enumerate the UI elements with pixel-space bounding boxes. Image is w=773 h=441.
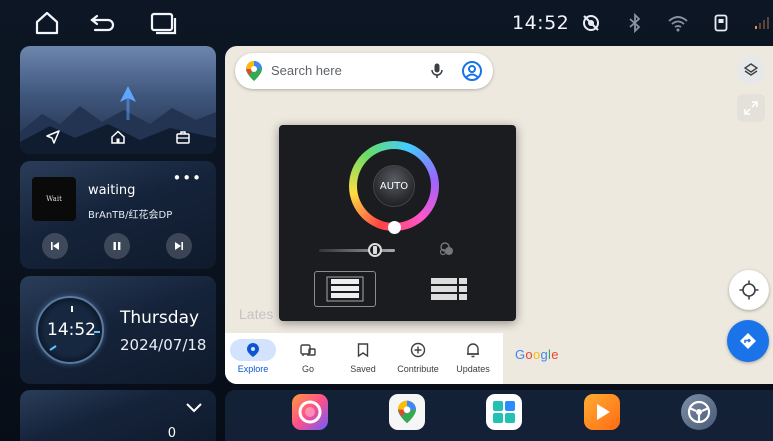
expand-icon xyxy=(744,101,758,115)
previous-icon xyxy=(51,242,59,250)
display-mode-2-button[interactable] xyxy=(418,271,480,307)
search-placeholder: Search here xyxy=(271,63,342,78)
tab-label: Explore xyxy=(237,364,269,374)
display-mode-1-icon xyxy=(326,276,364,302)
tab-explore[interactable]: Explore xyxy=(226,339,280,374)
auto-brightness-button[interactable]: AUTO xyxy=(373,165,415,207)
pause-icon xyxy=(113,242,121,250)
wifi-icon xyxy=(667,12,689,34)
previous-track-button[interactable] xyxy=(42,233,68,259)
bookmark-icon xyxy=(357,343,369,357)
apps-grid-icon[interactable] xyxy=(486,394,522,430)
status-bar: 14:52 xyxy=(0,0,773,46)
display-mode-2-icon xyxy=(431,278,467,300)
add-circle-icon xyxy=(410,342,426,358)
colors-app-icon[interactable] xyxy=(292,394,328,430)
maps-bottom-nav: Explore Go Saved Contribute Updates xyxy=(225,333,503,384)
vehicle-widget[interactable]: 0 xyxy=(20,390,216,441)
brightness-slider-handle[interactable] xyxy=(368,243,382,257)
maps-pin-icon xyxy=(246,61,262,81)
home-shortcut-icon[interactable] xyxy=(111,129,125,148)
layers-button[interactable] xyxy=(737,56,765,84)
navigate-icon[interactable] xyxy=(45,129,60,148)
tab-label: Saved xyxy=(350,364,376,374)
bluetooth-icon xyxy=(624,12,646,34)
bell-icon xyxy=(467,343,479,358)
next-icon xyxy=(175,242,183,250)
sim-icon xyxy=(710,12,732,34)
fullscreen-button[interactable] xyxy=(737,94,765,122)
microphone-icon[interactable] xyxy=(431,63,443,79)
date-label: 2024/07/18 xyxy=(120,336,207,354)
navigation-widget[interactable] xyxy=(20,46,216,154)
weekday-label: Thursday xyxy=(120,308,200,328)
album-art: Wait xyxy=(32,177,76,221)
directions-button[interactable] xyxy=(727,320,769,362)
brightness-slider[interactable] xyxy=(319,249,395,252)
brightness-panel: AUTO xyxy=(279,125,516,321)
navigation-arrow-icon xyxy=(120,86,136,124)
work-icon[interactable] xyxy=(176,129,191,148)
pin-icon xyxy=(247,343,259,357)
tab-label: Go xyxy=(301,364,314,374)
album-text: Wait xyxy=(46,195,62,203)
my-location-button[interactable] xyxy=(729,270,769,310)
maps-app-icon[interactable] xyxy=(389,394,425,430)
app-dock xyxy=(225,390,773,441)
back-icon[interactable] xyxy=(88,8,118,38)
pause-button[interactable] xyxy=(104,233,130,259)
latest-heading: Lates xyxy=(239,306,274,322)
tab-saved[interactable]: Saved xyxy=(336,339,390,374)
home-icon[interactable] xyxy=(32,8,62,38)
tab-contribute[interactable]: Contribute xyxy=(391,339,445,374)
tab-go[interactable]: Go xyxy=(281,339,335,374)
vehicle-value: 0 xyxy=(167,426,176,441)
status-clock: 14:52 xyxy=(512,12,570,34)
video-player-icon[interactable] xyxy=(584,394,620,430)
clock-widget[interactable]: 14:52 Thursday 2024/07/18 xyxy=(20,276,216,384)
location-off-icon xyxy=(580,12,602,34)
next-track-button[interactable] xyxy=(166,233,192,259)
crosshair-icon xyxy=(739,280,759,300)
directions-icon xyxy=(740,333,756,349)
track-artist: BrAnTB/红花会DP xyxy=(88,210,173,221)
tab-updates[interactable]: Updates xyxy=(446,339,500,374)
layers-icon xyxy=(744,63,758,76)
display-mode-1-button[interactable] xyxy=(314,271,376,307)
chevron-down-icon[interactable] xyxy=(186,398,202,417)
adaptive-brightness-icon[interactable] xyxy=(439,241,455,261)
tab-label: Updates xyxy=(456,364,490,374)
more-options-icon[interactable]: ••• xyxy=(172,169,202,187)
tab-label: Contribute xyxy=(397,364,439,374)
steering-wheel-icon[interactable] xyxy=(681,394,717,430)
account-icon[interactable] xyxy=(462,61,482,81)
ring-handle[interactable] xyxy=(388,221,401,234)
google-logo: Google xyxy=(515,347,559,362)
map-search-bar[interactable]: Search here xyxy=(235,53,493,89)
commute-icon xyxy=(300,344,316,356)
clock-dial-time: 14:52 xyxy=(47,320,96,340)
signal-icon xyxy=(752,12,773,34)
recents-icon[interactable] xyxy=(148,8,178,38)
music-widget[interactable]: Wait waiting BrAnTB/红花会DP ••• xyxy=(20,161,216,269)
track-title: waiting xyxy=(88,183,136,198)
